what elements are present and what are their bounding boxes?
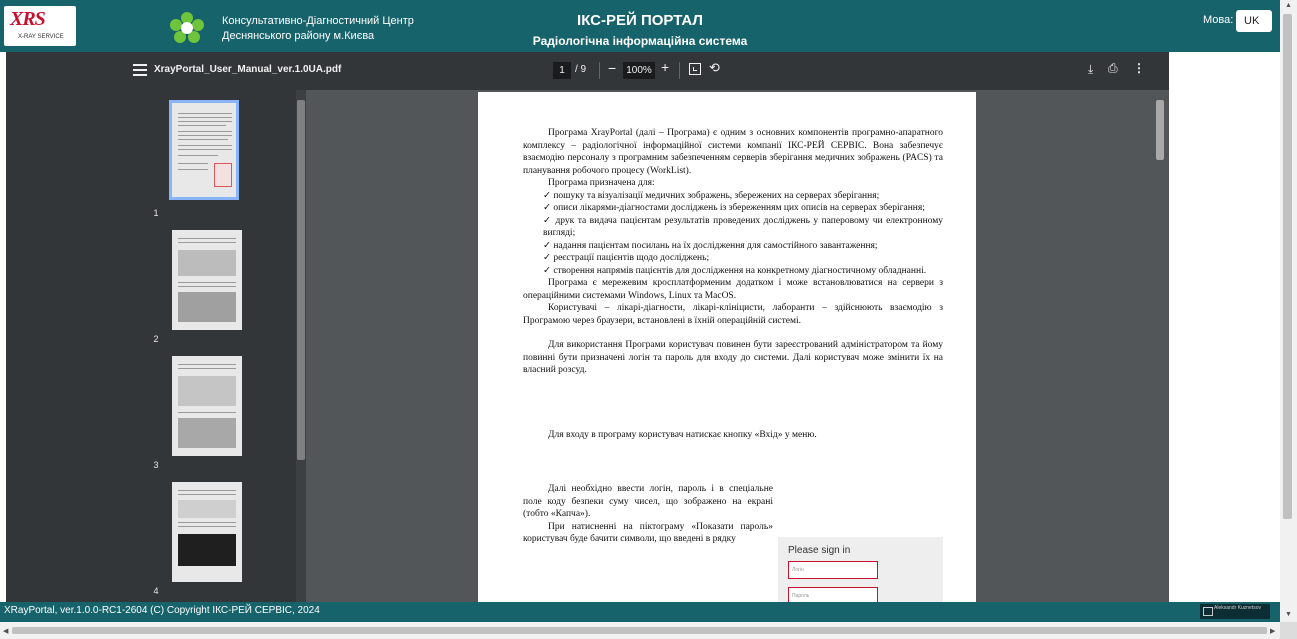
more-options-icon[interactable]: ⋮ [1133,61,1145,75]
document-paragraph [523,441,943,483]
document-paragraph: Далі необхідно ввести логін, пароль і в … [523,484,773,519]
portal-subtitle: Радіологічна інформаційна система [532,34,748,48]
language-select[interactable]: UK [1236,10,1272,32]
document-area: Програма XrayPortal (далі – Програма) є … [306,90,1169,602]
page-number-input[interactable]: 1 [553,62,571,79]
document-paragraph [523,327,943,339]
sign-in-title: Please sign in [788,545,851,556]
print-icon[interactable]: ⎙ [1108,61,1118,76]
document-paragraph: Програма XrayPortal (далі – Програма) є … [523,128,943,176]
document-scrollbar[interactable] [1152,90,1169,602]
document-paragraph: Програма є мережевим кросплатформеним до… [523,278,943,301]
page-thumbnail-3[interactable] [172,356,242,456]
pdf-viewer: XrayPortal_User_Manual_ver.1.0UA.pdf 1 /… [6,52,1169,602]
scroll-right-arrow-icon[interactable]: ▶ [1270,627,1275,635]
password-field-image: Пароль [788,587,878,602]
document-paragraph: ✓ друк та видача пацієнтам результатів п… [543,215,943,239]
rotate-icon[interactable]: ⟲ [709,60,720,76]
language-label: Мова: [1203,14,1234,26]
page-scrollbar[interactable]: ▲ ▼ [1280,0,1297,639]
page-total: / 9 [575,64,587,75]
thumbnail-scrollbar[interactable] [296,90,306,602]
toolbar-divider [599,62,600,79]
page-thumbnail-4[interactable] [172,482,242,582]
document-paragraph: Для входу в програму користувач натискає… [548,429,817,440]
page-text: Програма XrayPortal (далі – Програма) є … [523,127,943,546]
document-paragraph: При натисненні на піктограму «Показати п… [523,521,773,545]
menu-icon[interactable] [133,64,147,76]
scroll-left-arrow-icon[interactable]: ◀ [3,627,8,635]
document-paragraph: ✓ пошуку та візуалізації медичних зображ… [543,190,880,201]
pdf-toolbar: XrayPortal_User_Manual_ver.1.0UA.pdf 1 /… [6,52,1169,90]
zoom-input[interactable]: 100% [623,62,655,79]
document-scrollbar-thumb[interactable] [1156,100,1164,160]
portal-title: ІКС-РЕЙ ПОРТАЛ [577,12,703,29]
zoom-out-button[interactable]: − [608,60,616,76]
sign-in-screenshot: Please sign in Логін Пароль [778,537,943,602]
document-paragraph: ✓ створення напрямів пацієнтів для дослі… [543,265,927,276]
document-paragraph: ✓ описи лікарями-діагностами досліджень … [543,203,925,213]
zoom-in-button[interactable]: + [661,59,669,75]
page-thumbnail-1[interactable] [169,100,239,200]
scroll-down-arrow-icon[interactable]: ▼ [1285,611,1292,618]
document-paragraph: Для використання Програми користувач пов… [523,340,943,375]
login-field-image: Логін [788,561,878,579]
document-paragraph: Користувачі – лікарі-діагности, лікарі-к… [523,303,943,326]
thumbnail-label: 1 [153,208,159,218]
download-icon[interactable]: ⤓ [1088,62,1093,77]
fit-to-page-icon[interactable] [689,63,701,75]
horizontal-scrollbar[interactable]: ◀ ▶ [0,622,1280,639]
right-margin [1169,52,1280,602]
pdf-filename: XrayPortal_User_Manual_ver.1.0UA.pdf [154,64,342,75]
page-thumbnail-2[interactable] [172,230,242,330]
app-header: XRS X-RAY SERVICE Консультативно-Діагнос… [0,0,1280,52]
thumbnail-label: 4 [153,586,159,596]
document-paragraph: ✓ реєстрації пацієнтів щодо досліджень; [543,253,710,263]
copyright-text: XRayPortal, ver.1.0.0-RC1-2604 (C) Copyr… [4,605,320,616]
thumbnail-label: 3 [153,460,159,470]
scroll-up-arrow-icon[interactable]: ▲ [1285,2,1292,9]
document-paragraph [523,377,943,429]
app-root: XRS X-RAY SERVICE Консультативно-Діагнос… [0,0,1297,639]
scrollbar-corner [1280,622,1297,639]
thumbnail-label: 2 [153,334,159,344]
pdf-page: Програма XrayPortal (далі – Програма) є … [478,92,976,602]
thumbnail-sidebar: 1 2 3 4 [6,90,306,602]
app-footer: XRayPortal, ver.1.0.0-RC1-2604 (C) Copyr… [0,602,1280,622]
horizontal-scrollbar-thumb[interactable] [12,627,1267,634]
thumbnail-scrollbar-thumb[interactable] [297,100,305,460]
document-paragraph: ✓ надання пацієнтам посилань на їх дослі… [543,240,878,251]
user-badge[interactable]: Aleksandr Kuznetsov [1200,604,1270,619]
document-paragraph: Програма призначена для: [548,178,655,188]
toolbar-divider [679,62,680,79]
page-scrollbar-thumb[interactable] [1283,14,1292,519]
